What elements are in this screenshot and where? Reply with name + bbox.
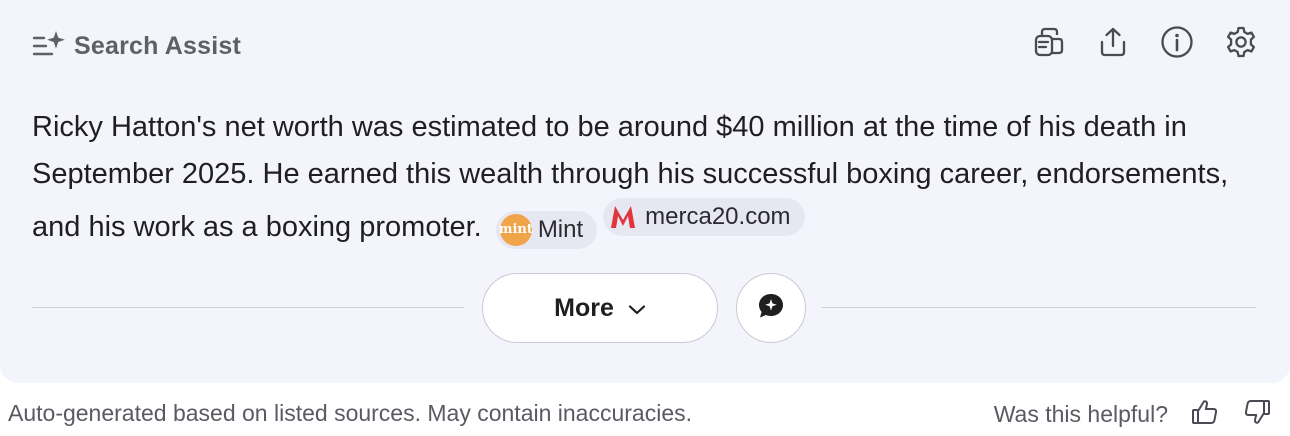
divider-left	[32, 307, 464, 308]
info-icon	[1160, 25, 1194, 64]
copy-icon	[1033, 26, 1065, 63]
search-assist-panel: Search Assist Ricky Hatton's net worth w…	[0, 0, 1290, 383]
disclaimer-text: Auto-generated based on listed sources. …	[8, 400, 693, 426]
source-chip-label: Mint	[537, 216, 584, 243]
share-icon	[1097, 26, 1129, 63]
sparkle-list-icon	[32, 29, 66, 64]
share-button[interactable]	[1096, 24, 1130, 64]
thumbs-up-icon	[1191, 398, 1219, 431]
divider-right	[822, 307, 1256, 308]
thumbs-down-button[interactable]	[1242, 399, 1272, 429]
source-chip-merca20[interactable]: merca20.com	[603, 198, 805, 236]
chevron-down-icon	[628, 294, 646, 323]
source-chip-mint[interactable]: mint Mint	[495, 211, 598, 249]
mint-logo-icon: mint	[499, 214, 533, 246]
chat-bubble-icon	[756, 291, 786, 326]
merca20-logo-icon	[607, 201, 639, 233]
feedback-area: Was this helpful?	[994, 396, 1272, 432]
panel-title: Search Assist	[74, 31, 242, 60]
settings-button[interactable]	[1224, 24, 1258, 64]
thumbs-up-button[interactable]	[1190, 399, 1220, 429]
thumbs-down-icon	[1243, 398, 1271, 431]
info-button[interactable]	[1160, 24, 1194, 64]
answer-text-block: Ricky Hatton's net worth was estimated t…	[32, 104, 1258, 251]
panel-header: Search Assist	[32, 26, 241, 66]
source-chip-label: merca20.com	[645, 203, 791, 230]
chat-button[interactable]	[736, 273, 806, 343]
helpful-question: Was this helpful?	[993, 400, 1168, 427]
settings-gear-icon	[1224, 25, 1258, 64]
header-tools	[1032, 24, 1258, 64]
copy-button[interactable]	[1032, 24, 1066, 64]
more-button[interactable]: More	[482, 273, 718, 343]
more-button-label: More	[554, 293, 614, 322]
